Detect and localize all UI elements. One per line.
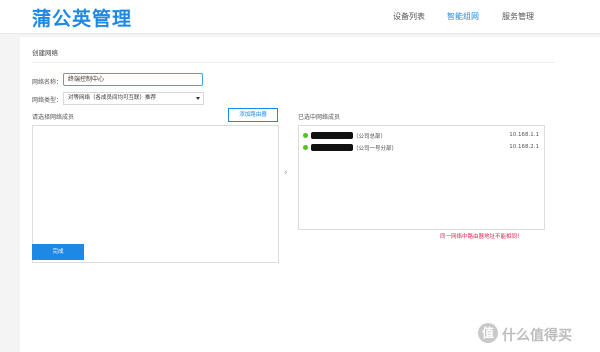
network-name-input[interactable]: 终端控制中心: [63, 73, 203, 86]
available-members-title: 请选择网络成员: [32, 114, 75, 121]
section-title: 创建网络: [32, 49, 58, 57]
selected-members-title: 已选中网络成员: [298, 114, 341, 121]
network-type-value: 对等网络（各成员间均可互联）推荐: [68, 95, 157, 101]
member-name: （公司一号分部）: [353, 146, 398, 152]
address-conflict-warning: 同一网络中路由器地址不能相同！: [440, 234, 523, 240]
network-type-select[interactable]: 对等网络（各成员间均可互联）推荐: [63, 92, 204, 105]
member-ip: 10.168.1.1: [509, 132, 539, 138]
add-router-button[interactable]: 添加路由器: [228, 108, 278, 122]
nav-device-list[interactable]: 设备列表: [393, 11, 425, 22]
chevron-down-icon: [196, 97, 200, 100]
create-network-panel: 创建网络 网络名称： 终端控制中心 网络类型： 对等网络（各成员间均可互联）推荐…: [20, 37, 600, 352]
list-item[interactable]: （公司一号分部） 10.168.2.1: [299, 142, 544, 154]
online-status-icon: [303, 145, 308, 150]
redacted-device-name: [311, 144, 353, 151]
redacted-device-name: [311, 132, 353, 139]
network-type-label: 网络类型：: [32, 97, 63, 104]
nav-service-management[interactable]: 服务管理: [502, 11, 534, 22]
member-name: （公司总部）: [353, 134, 387, 140]
network-name-label: 网络名称：: [32, 79, 63, 86]
list-item[interactable]: （公司总部） 10.168.1.1: [299, 130, 544, 142]
watermark-text: 什么值得买: [502, 328, 572, 344]
top-header: 蒲公英管理 设备列表 智能组网 服务管理: [0, 0, 600, 34]
watermark-logo-icon: 值: [478, 323, 498, 343]
selected-members-list[interactable]: （公司总部） 10.168.1.1 （公司一号分部） 10.168.2.1: [298, 125, 545, 230]
member-ip: 10.168.2.1: [509, 144, 539, 150]
brand-title[interactable]: 蒲公英管理: [32, 4, 132, 31]
online-status-icon: [303, 133, 308, 138]
available-members-list[interactable]: [32, 125, 279, 263]
site-watermark: 值 什么值得买: [478, 322, 598, 348]
move-right-arrow-icon[interactable]: ›: [284, 168, 288, 178]
done-button[interactable]: 完成: [32, 244, 84, 260]
nav-smart-network[interactable]: 智能组网: [447, 11, 479, 22]
section-divider: [32, 62, 555, 63]
